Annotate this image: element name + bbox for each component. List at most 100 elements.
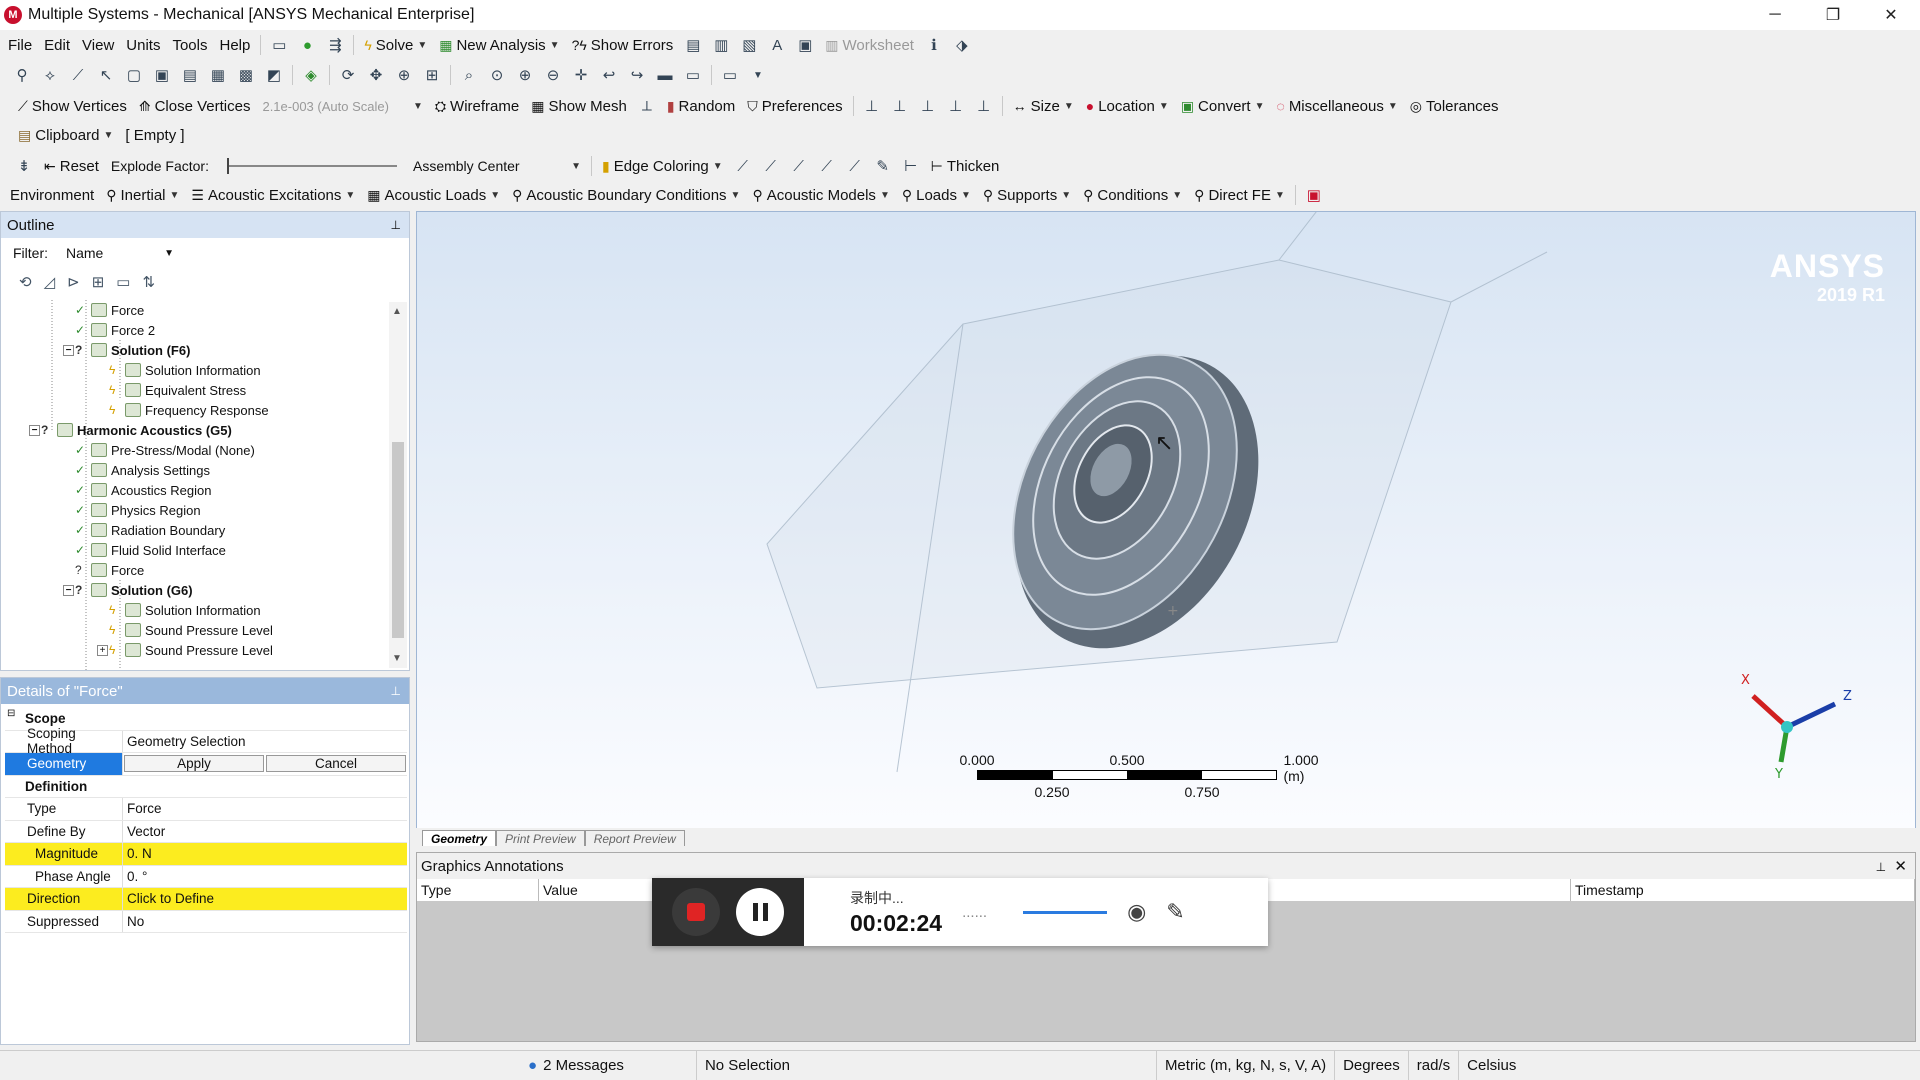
chevron-down-icon[interactable]: ▼ [1159,101,1169,112]
folder-icon[interactable]: ▭ [116,273,130,291]
expand-all-icon[interactable]: ⊞ [92,273,105,291]
chevron-down-icon[interactable]: ▼ [1275,190,1285,201]
collapse-icon[interactable]: − [63,344,74,356]
previous-view-icon[interactable]: ↩ [595,62,623,88]
annotation-tool-4-icon[interactable]: ⊥ [942,93,970,119]
pen-icon[interactable]: ✎ [1166,899,1184,925]
triad-axes[interactable]: X Z Y [1727,652,1867,782]
menu-view[interactable]: View [76,32,120,58]
conditions-dropdown[interactable]: ⚲ Conditions ▼ [1077,182,1188,208]
tree-item[interactable]: ✓ Analysis Settings [1,460,387,480]
report-icon[interactable]: ▧ [735,32,763,58]
tree-item[interactable]: −? Harmonic Acoustics (G5) [1,420,387,440]
convert-dropdown[interactable]: ▣ Convert ▼ [1175,92,1271,120]
chevron-down-icon[interactable]: ▼ [413,101,423,112]
annotation-tool-1-icon[interactable]: ⊥ [858,93,886,119]
window-layout-icon[interactable]: ▭ [716,62,744,88]
image-icon[interactable]: ▣ [791,32,819,58]
box-select-icon[interactable]: ◩ [260,62,288,88]
scoping-method-row[interactable]: Scoping Method Geometry Selection [5,726,407,756]
restore-button[interactable]: ❐ [1804,0,1862,30]
auto-scale-field[interactable]: 2.1e-003 (Auto Scale) ▼ [256,92,428,120]
vertex-select-icon[interactable]: ⟡ [36,62,64,88]
chevron-down-icon[interactable]: ▼ [571,161,581,172]
face-select-icon[interactable]: ▢ [120,62,148,88]
pin-icon[interactable]: ⊥ [391,218,401,232]
tree-item[interactable]: ϟ Equivalent Stress [1,380,387,400]
scroll-thumb[interactable] [392,442,404,638]
chevron-down-icon[interactable]: ▼ [744,62,772,88]
tree-item[interactable]: ϟ Frequency Response [1,400,387,420]
section-icon[interactable]: ▬ [651,62,679,88]
define-by-row[interactable]: Define By Vector [5,820,407,843]
show-vertices-button[interactable]: ⟋ Show Vertices [0,92,133,120]
rate-units-status[interactable]: rad/s [1407,1050,1458,1080]
edge-style-2-icon[interactable]: ⟋ [757,153,785,179]
refresh-icon[interactable]: ⟲ [19,273,32,291]
magnitude-row[interactable]: Magnitude 0. N [5,843,407,866]
tab-report-preview[interactable]: Report Preview [584,830,685,846]
cursor-icon[interactable]: ↖ [92,62,120,88]
supports-dropdown[interactable]: ⚲ Supports ▼ [977,182,1077,208]
preferences-button[interactable]: ⛉ Preferences [741,92,848,120]
menu-edit[interactable]: Edit [38,32,76,58]
chart-icon[interactable]: ▤ [679,32,707,58]
pin-icon[interactable]: ⊥ [1876,860,1886,874]
chevron-down-icon[interactable]: ▼ [731,190,741,201]
miscellaneous-dropdown[interactable]: ◌ Miscellaneous ▼ [1270,92,1403,120]
reset-button[interactable]: ⇤ Reset [38,152,105,180]
chevron-down-icon[interactable]: ▼ [1061,190,1071,201]
acoustic-excitations-dropdown[interactable]: ☰ Acoustic Excitations ▼ [185,182,361,208]
apply-button[interactable]: Apply [124,755,264,773]
worksheet-button[interactable]: ▥ Worksheet [819,32,920,58]
chevron-down-icon[interactable]: ▼ [490,190,500,201]
collapse-icon[interactable]: − [63,584,74,596]
tree-item[interactable]: ϟ Sound Pressure Level [1,620,387,640]
suppressed-row[interactable]: Suppressed No [5,910,407,933]
pause-button[interactable] [736,888,784,936]
graphics-viewport[interactable]: + ANSYS 2019 R1 0.000 0.500 1.000 (m) 0.… [416,211,1916,829]
edge-coloring-dropdown[interactable]: ▮ Edge Coloring ▼ [596,152,729,180]
collapse-icon[interactable]: ◿ [44,273,56,291]
direction-row[interactable]: Direction Click to Define [5,888,407,911]
zoom-out-icon[interactable]: ⊖ [539,62,567,88]
show-errors-button[interactable]: ?ϟ Show Errors [566,32,680,58]
chevron-down-icon[interactable]: ▼ [880,190,890,201]
close-icon[interactable]: ✕ [1894,858,1907,875]
outline-scrollbar[interactable]: ▲ ▼ [389,302,407,668]
chevron-down-icon[interactable]: ▼ [1255,101,1265,112]
menu-file[interactable]: File [0,32,38,58]
edge-style-5-icon[interactable]: ⟋ [841,153,869,179]
edge-style-1-icon[interactable]: ⟋ [729,153,757,179]
chevron-down-icon[interactable]: ▼ [550,40,560,51]
tab-print-preview[interactable]: Print Preview [496,830,585,846]
cube-icon[interactable]: ◈ [297,62,325,88]
random-colors-button[interactable]: ▮ Random [661,92,741,120]
edge-style-4-icon[interactable]: ⟋ [813,153,841,179]
annotation-tool-3-icon[interactable]: ⊥ [914,93,942,119]
pin-icon[interactable]: ⚲ [8,62,36,88]
tag-icon[interactable]: ⬗ [948,32,976,58]
tree-item[interactable]: ✓ Acoustics Region [1,480,387,500]
slider-handle[interactable] [226,158,229,174]
stop-record-button[interactable] [672,888,720,936]
chevron-down-icon[interactable]: ▼ [1064,101,1074,112]
tree-item[interactable]: ✓ Pre-Stress/Modal (None) [1,440,387,460]
assembly-center-dropdown[interactable]: Assembly Center ▼ [407,152,587,180]
fit-icon[interactable]: ✛ [567,62,595,88]
geometry-row[interactable]: Geometry Apply Cancel [5,753,407,776]
webcam-icon[interactable]: ◉ [1127,899,1146,925]
tree-item[interactable]: ✓ Physics Region [1,500,387,520]
element-select-icon[interactable]: ▦ [204,62,232,88]
chevron-down-icon[interactable]: ▼ [345,190,355,201]
cancel-button[interactable]: Cancel [266,755,406,773]
tree-icon[interactable]: ⇶ [321,32,349,58]
direct-fe-dropdown[interactable]: ⚲ Direct FE ▼ [1188,182,1291,208]
annotation-tool-5-icon[interactable]: ⊥ [970,93,998,119]
tree-item[interactable]: ? Force [1,560,387,580]
close-button[interactable]: ✕ [1862,0,1920,30]
thicken-button[interactable]: ⊢ Thicken [925,152,1006,180]
tree-item[interactable]: ✓ Radiation Boundary [1,520,387,540]
minimize-button[interactable]: ─ [1746,0,1804,30]
rotate-icon[interactable]: ⟳ [334,62,362,88]
